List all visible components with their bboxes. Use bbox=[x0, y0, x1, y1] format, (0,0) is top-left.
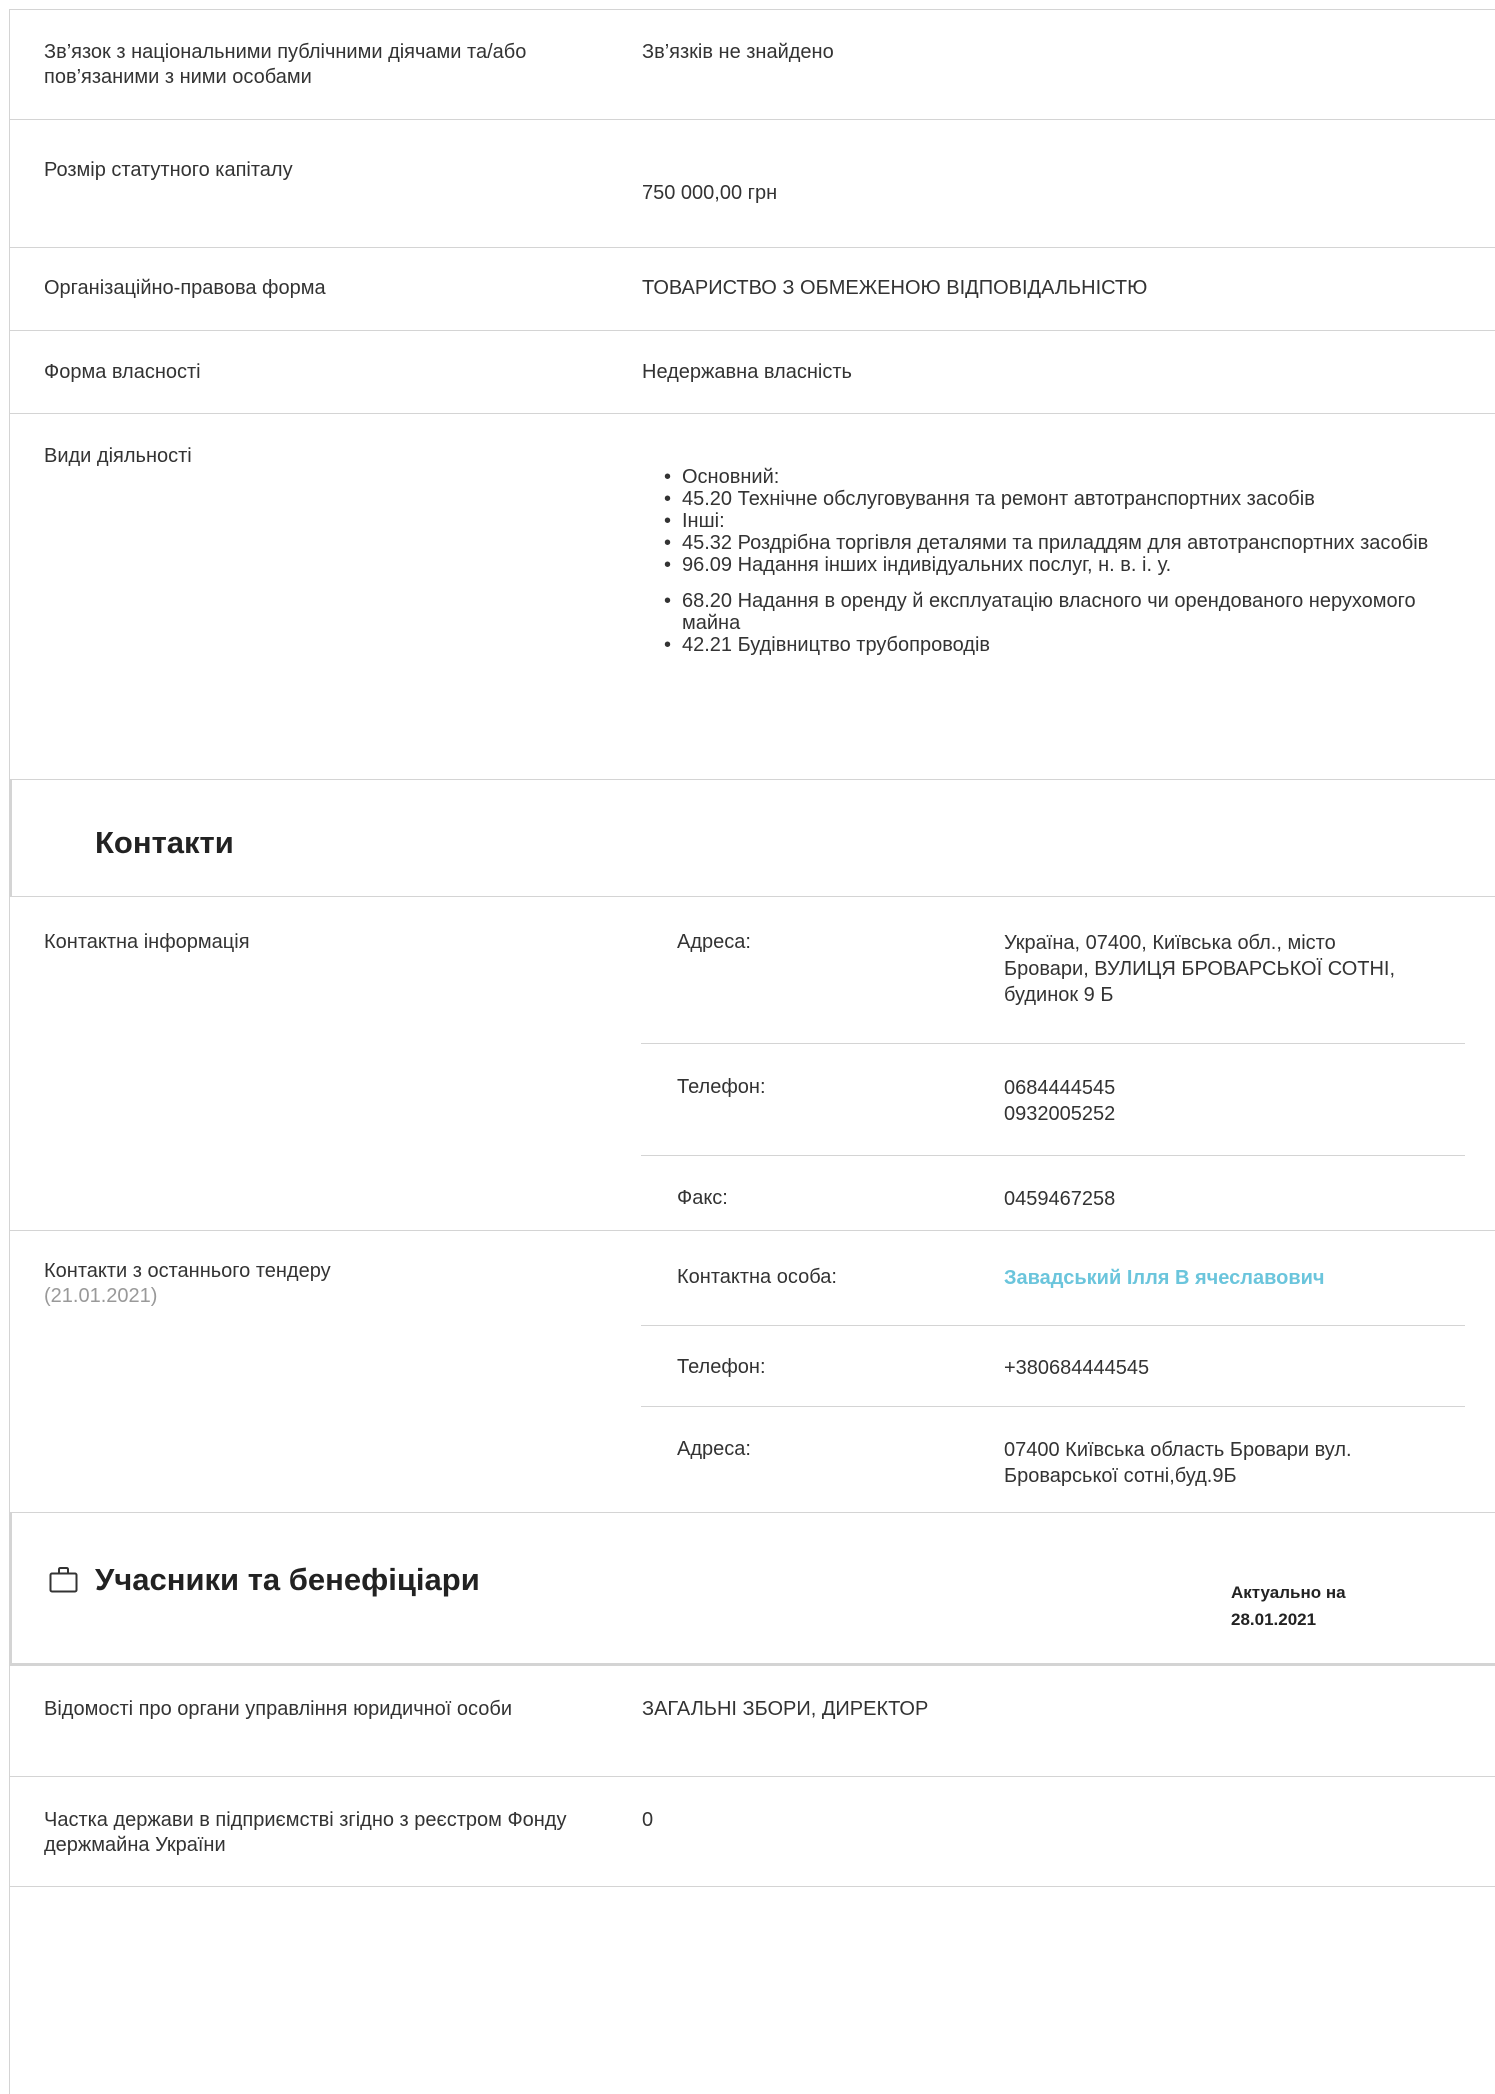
activity-item: Інші: bbox=[662, 510, 1462, 532]
legal-form-value: ТОВАРИСТВО З ОБМЕЖЕНОЮ ВІДПОВІДАЛЬНІСТЮ bbox=[642, 277, 1148, 299]
activity-item: 45.20 Технічне обслуговування та ремонт … bbox=[662, 488, 1462, 510]
pep-row: Зв’язок з національними публічними діяча… bbox=[10, 10, 1495, 120]
divider bbox=[641, 1155, 1465, 1156]
contact-person-key: Контактна особа: bbox=[677, 1266, 837, 1288]
participants-section-header: Учасники та бенефіціари Актуально на 28.… bbox=[10, 1513, 1495, 1666]
fax-value: 0459467258 bbox=[1004, 1188, 1116, 1210]
activities-list: Основний: 45.20 Технічне обслуговування … bbox=[662, 466, 1462, 656]
state-share-value: 0 bbox=[642, 1809, 654, 1831]
tender-contacts-label: Контакти з останнього тендеру bbox=[44, 1260, 331, 1282]
capital-row: Розмір статутного капіталу 750 000,00 гр… bbox=[10, 120, 1495, 248]
legal-form-label: Організаційно-правова форма bbox=[44, 277, 326, 299]
briefcase-icon bbox=[49, 1567, 78, 1593]
state-share-label: Частка держави в підприємстві згідно з р… bbox=[44, 1809, 567, 1856]
tender-address-key: Адреса: bbox=[677, 1438, 751, 1460]
activities-row: Види діяльності Основний: 45.20 Технічне… bbox=[10, 414, 1495, 780]
divider bbox=[641, 1325, 1465, 1326]
phone-value-2: 0932005252 bbox=[1004, 1103, 1116, 1125]
tender-phone-key: Телефон: bbox=[677, 1356, 766, 1378]
fax-key: Факс: bbox=[677, 1187, 728, 1209]
ownership-value: Недержавна власність bbox=[642, 361, 852, 383]
activity-item: Основний: bbox=[662, 466, 1462, 488]
contact-info-label: Контактна інформація bbox=[44, 931, 250, 953]
governance-value: ЗАГАЛЬНІ ЗБОРИ, ДИРЕКТОР bbox=[642, 1698, 929, 1720]
ownership-row: Форма власності Недержавна власність bbox=[10, 331, 1495, 414]
participants-title: Учасники та бенефіціари bbox=[95, 1562, 480, 1597]
phone-value-1: 0684444545 bbox=[1004, 1077, 1116, 1099]
activity-item: 45.32 Роздрібна торгівля деталями та при… bbox=[662, 532, 1462, 554]
state-share-row: Частка держави в підприємстві згідно з р… bbox=[10, 1777, 1495, 1887]
contacts-title: Контакти bbox=[95, 825, 234, 860]
tender-phone-value: +380684444545 bbox=[1004, 1357, 1150, 1379]
contact-person-link[interactable]: Завадський Ілля В ячеславович bbox=[1004, 1265, 1424, 1291]
activity-item: 96.09 Надання інших індивідуальних послу… bbox=[662, 554, 1462, 576]
pep-value: Зв’язків не знайдено bbox=[642, 41, 834, 63]
capital-label: Розмір статутного капіталу bbox=[44, 159, 293, 181]
activity-item: 42.21 Будівництво трубопроводів bbox=[662, 634, 1462, 656]
activity-item: 68.20 Надання в оренду й експлуатацію вл… bbox=[662, 590, 1462, 634]
contacts-section-header: Контакти bbox=[10, 780, 1495, 897]
actual-date: 28.01.2021 bbox=[1231, 1610, 1317, 1629]
divider bbox=[641, 1406, 1465, 1407]
address-key: Адреса: bbox=[677, 931, 751, 953]
divider bbox=[641, 1043, 1465, 1044]
legal-form-row: Організаційно-правова форма ТОВАРИСТВО З… bbox=[10, 248, 1495, 331]
tender-address-value: 07400 Київська область Бровари вул. Бров… bbox=[1004, 1439, 1352, 1487]
governance-row: Відомості про органи управління юридично… bbox=[10, 1666, 1495, 1777]
capital-value: 750 000,00 грн bbox=[642, 182, 778, 204]
ownership-label: Форма власності bbox=[44, 361, 201, 383]
address-value: Україна, 07400, Київська обл., місто Бро… bbox=[1004, 932, 1396, 1006]
activities-label: Види діяльності bbox=[44, 445, 192, 467]
pep-label: Зв’язок з національними публічними діяча… bbox=[44, 41, 527, 88]
governance-label: Відомості про органи управління юридично… bbox=[44, 1698, 513, 1720]
company-details-page: Зв’язок з національними публічними діяча… bbox=[9, 9, 1495, 2094]
tender-contacts-row: Контакти з останнього тендеру (21.01.202… bbox=[10, 1231, 1495, 1513]
actual-label: Актуально на bbox=[1231, 1583, 1346, 1602]
phone-key: Телефон: bbox=[677, 1076, 766, 1098]
tender-date: (21.01.2021) bbox=[44, 1285, 158, 1307]
contact-info-row: Контактна інформація Адреса: Україна, 07… bbox=[10, 897, 1495, 1231]
